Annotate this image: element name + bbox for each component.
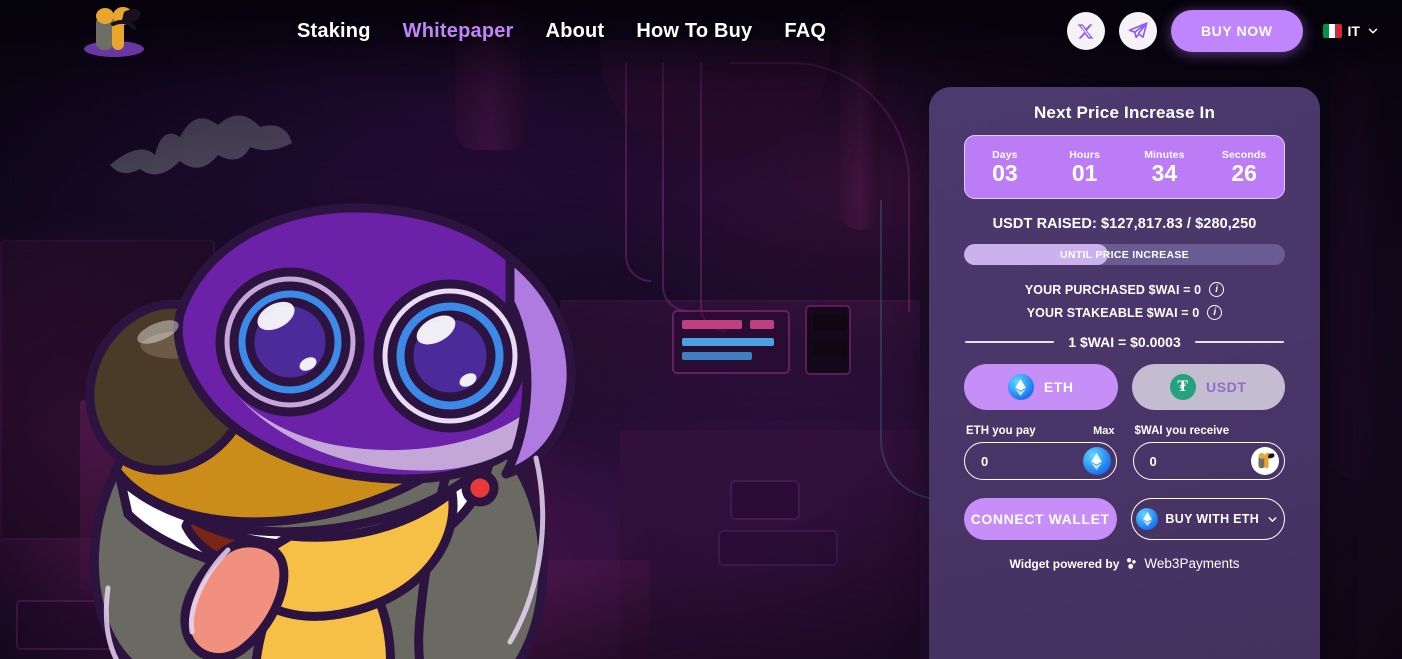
payment-method-tabs: ETH ₮ USDT [964, 364, 1285, 410]
web3payments-logo-icon [1127, 558, 1137, 569]
buy-now-button[interactable]: BUY NOW [1170, 10, 1303, 52]
nav-right-cluster: BUY NOW IT [1066, 0, 1380, 62]
divider-left [965, 341, 1055, 343]
widget-footer: Widget powered by Web3Payments [947, 556, 1302, 571]
chevron-down-icon [1368, 28, 1378, 34]
dachshund-logo-icon[interactable] [78, 2, 150, 58]
nav-links: Staking Whitepaper About How To Buy FAQ [297, 0, 826, 62]
buy-with-eth-label: BUY WITH ETH [1165, 512, 1260, 526]
countdown-minutes: Minutes 34 [1125, 149, 1205, 186]
widget-footer-prefix: Widget powered by [1009, 556, 1120, 571]
payment-tab-usdt[interactable]: ₮ USDT [1131, 364, 1285, 410]
pay-field-label: ETH you pay [966, 425, 1036, 437]
info-icon[interactable]: i [1209, 282, 1225, 297]
receive-field-label-row: $WAI you receive [1133, 425, 1286, 437]
token-rate-text: 1 $WAI = $0.0003 [1068, 334, 1181, 350]
nav-link-faq[interactable]: FAQ [784, 20, 826, 43]
countdown-seconds: Seconds 26 [1204, 149, 1284, 186]
widget-footer-brand: Web3Payments [1144, 556, 1240, 571]
receive-field-label: $WAI you receive [1134, 425, 1230, 437]
countdown-seconds-label: Seconds [1221, 148, 1267, 161]
ethereum-icon [1136, 508, 1159, 530]
countdown-hours-label: Hours [1069, 148, 1101, 161]
dachshund-mascot-illustration [85, 203, 576, 659]
wai-token-icon [1251, 447, 1279, 475]
widget-title: Next Price Increase In [1033, 103, 1216, 122]
countdown-hours-value: 01 [1071, 159, 1098, 186]
ethereum-icon [1082, 447, 1111, 475]
x-twitter-icon[interactable] [1066, 12, 1105, 50]
countdown-days-value: 03 [992, 159, 1018, 186]
max-button[interactable]: Max [1093, 425, 1114, 437]
wallet-actions-row: CONNECT WALLET BUY WITH ETH [964, 498, 1285, 540]
purchased-balance-label: YOUR PURCHASED $WAI = 0 [1024, 282, 1202, 297]
chevron-down-icon [1268, 516, 1277, 522]
payment-tab-usdt-label: USDT [1205, 379, 1247, 395]
countdown-seconds-value: 26 [1231, 159, 1257, 186]
countdown-hours: Hours 01 [1045, 149, 1125, 186]
stakeable-balance-row: YOUR STAKEABLE $WAI = 0 i [947, 305, 1302, 320]
nav-link-about[interactable]: About [546, 20, 605, 43]
info-icon[interactable]: i [1207, 305, 1223, 320]
connect-wallet-button[interactable]: CONNECT WALLET [964, 498, 1117, 540]
language-code: IT [1347, 23, 1360, 39]
countdown-days: Days 03 [965, 149, 1045, 186]
token-rate-row: 1 $WAI = $0.0003 [965, 334, 1284, 350]
stakeable-balance-label: YOUR STAKEABLE $WAI = 0 [1026, 305, 1200, 320]
ethereum-icon [1007, 374, 1034, 400]
top-navigation-bar: Staking Whitepaper About How To Buy FAQ … [0, 0, 1402, 62]
tether-icon: ₮ [1169, 374, 1196, 400]
telegram-icon[interactable] [1118, 12, 1157, 50]
progress-bar-label: UNTIL PRICE INCREASE [1060, 248, 1189, 261]
pay-input-box[interactable] [964, 442, 1117, 480]
language-selector[interactable]: IT [1322, 23, 1380, 39]
nav-link-staking[interactable]: Staking [297, 20, 371, 43]
payment-tab-eth-label: ETH [1043, 379, 1074, 395]
divider-right [1194, 341, 1284, 343]
italy-flag-icon [1322, 24, 1342, 38]
buy-with-eth-button[interactable]: BUY WITH ETH [1130, 498, 1285, 540]
usdt-raised-text: USDT RAISED: $127,817.83 / $280,250 [992, 216, 1257, 232]
presale-widget: Next Price Increase In Days 03 Hours 01 … [929, 87, 1320, 659]
nav-link-how-to-buy[interactable]: How To Buy [636, 20, 752, 43]
receive-field-col: $WAI you receive [1132, 425, 1286, 480]
amount-fields-row: ETH you pay Max $WAI you receive [964, 425, 1285, 480]
countdown-days-label: Days [992, 148, 1018, 161]
purchased-balance-row: YOUR PURCHASED $WAI = 0 i [947, 282, 1302, 297]
nav-link-whitepaper[interactable]: Whitepaper [403, 20, 514, 43]
receive-input-box[interactable] [1132, 442, 1285, 480]
receive-amount-input[interactable] [1149, 453, 1251, 469]
pay-field-label-row: ETH you pay Max [964, 425, 1117, 437]
presale-progress-bar: UNTIL PRICE INCREASE [964, 244, 1285, 265]
pay-amount-input[interactable] [981, 453, 1083, 469]
countdown-minutes-label: Minutes [1144, 148, 1185, 161]
countdown-minutes-value: 34 [1151, 159, 1178, 186]
payment-tab-eth[interactable]: ETH [964, 364, 1118, 410]
countdown-timer: Days 03 Hours 01 Minutes 34 Seconds 26 [964, 135, 1285, 199]
pay-field-col: ETH you pay Max [964, 425, 1117, 480]
